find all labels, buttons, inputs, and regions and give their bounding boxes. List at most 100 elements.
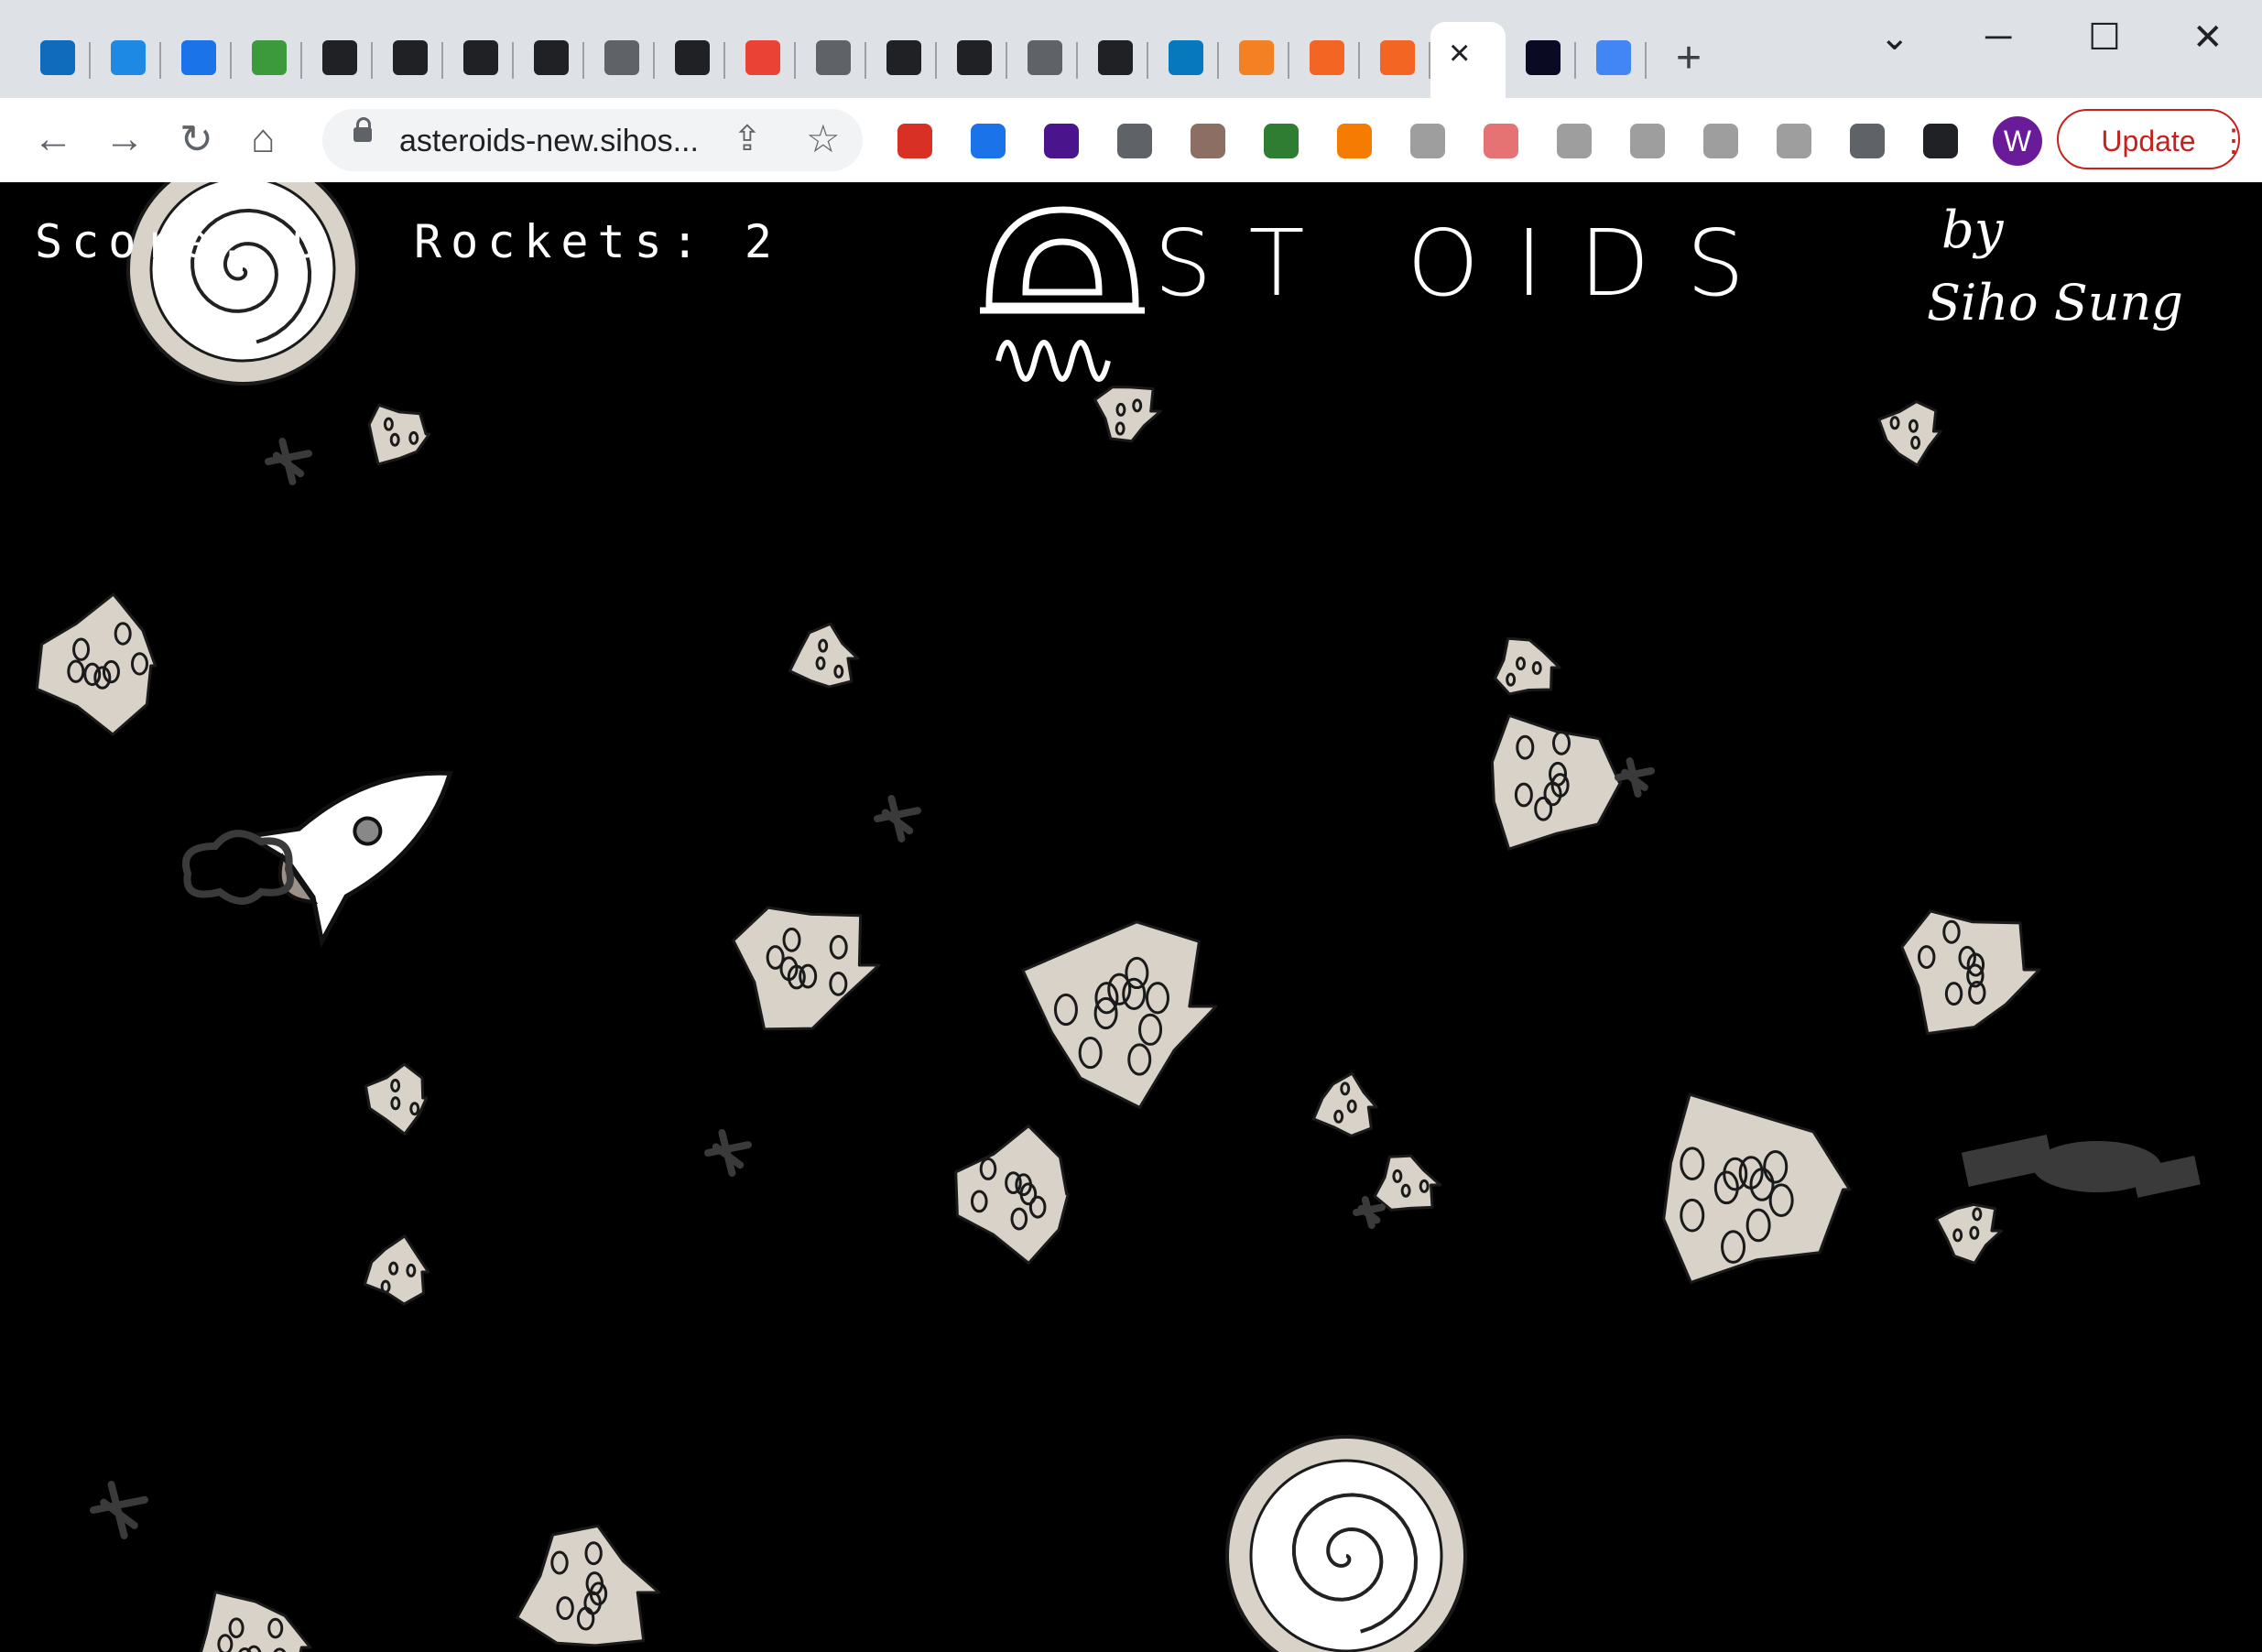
author-label: Siho Sung xyxy=(1927,274,2183,331)
maximize-button[interactable]: ☐ xyxy=(2088,16,2121,59)
lock-icon[interactable] xyxy=(353,117,372,142)
google-icon xyxy=(1596,40,1631,75)
asteroid xyxy=(364,1062,429,1136)
extension-icon[interactable] xyxy=(1264,124,1299,158)
globe-icon xyxy=(816,40,851,75)
asteroid xyxy=(1494,636,1561,696)
url-text[interactable]: asteroids-new.sihos... xyxy=(399,124,699,159)
browser-tab[interactable] xyxy=(655,22,725,98)
update-button[interactable]: Update ⋮ xyxy=(2057,109,2249,171)
browser-tab[interactable] xyxy=(796,22,866,98)
browser-tab[interactable] xyxy=(232,22,302,98)
debris-star xyxy=(1615,757,1655,798)
triangle-icon xyxy=(322,40,357,75)
player-ship xyxy=(241,770,453,949)
close-tab-icon[interactable]: × xyxy=(1449,33,1470,74)
share-icon[interactable]: ⇪ xyxy=(733,118,762,159)
browser-tab[interactable] xyxy=(1289,22,1360,98)
asteroid xyxy=(954,1125,1070,1265)
github-icon xyxy=(886,40,921,75)
title-ship-icon xyxy=(980,206,1145,382)
asteroid xyxy=(367,403,431,466)
office-icon xyxy=(111,40,146,75)
browser-tab[interactable] xyxy=(725,22,796,98)
extension-icon[interactable] xyxy=(1557,124,1592,158)
forward-button[interactable]: → xyxy=(104,116,145,162)
game-canvas[interactable]: Score: 0 Rockets: 2 ST OIDS by Siho Sung xyxy=(0,182,2262,1652)
close-window-button[interactable]: ✕ xyxy=(2192,16,2224,59)
browser-tab[interactable] xyxy=(937,22,1007,98)
orange-blocks-icon xyxy=(1380,40,1415,75)
spiral-planet xyxy=(1225,1435,1467,1652)
asteroid xyxy=(788,622,860,689)
github-icon xyxy=(957,40,992,75)
asteroid xyxy=(1662,1092,1852,1284)
leaf-icon xyxy=(252,40,287,75)
reload-button[interactable]: ↻ xyxy=(179,116,213,163)
active-tab[interactable]: × xyxy=(1430,22,1506,98)
menu-icon[interactable]: ⋮ xyxy=(2218,111,2249,171)
triangle-icon xyxy=(393,40,428,75)
extension-icon[interactable] xyxy=(1484,124,1518,158)
game-title: ST OIDS xyxy=(1154,210,1782,317)
extension-icon[interactable] xyxy=(1703,124,1738,158)
asteroid xyxy=(1311,1071,1378,1137)
extension-icon[interactable] xyxy=(1337,124,1372,158)
stackoverflow-icon xyxy=(1239,40,1274,75)
extension-icon[interactable] xyxy=(1630,124,1665,158)
bookmark-star-icon[interactable]: ☆ xyxy=(806,116,841,161)
update-label: Update xyxy=(2101,125,2196,158)
browser-tab[interactable] xyxy=(161,22,232,98)
browser-tab[interactable] xyxy=(584,22,655,98)
debris-star xyxy=(704,1129,752,1177)
asteroid xyxy=(363,1234,430,1306)
profile-avatar[interactable]: W xyxy=(1993,116,2042,166)
home-button[interactable]: ⌂ xyxy=(251,116,276,162)
browser-tab[interactable] xyxy=(1506,22,1576,98)
score-label: Score: 0 xyxy=(35,215,329,268)
browser-tab[interactable] xyxy=(1078,22,1148,98)
browser-tab[interactable] xyxy=(91,22,161,98)
extension-icon[interactable] xyxy=(1117,124,1152,158)
spiral-planet xyxy=(126,182,359,386)
extension-icon[interactable] xyxy=(897,124,932,158)
github-icon xyxy=(1098,40,1133,75)
browser-tab[interactable] xyxy=(20,22,91,98)
browser-tab[interactable] xyxy=(373,22,443,98)
address-bar[interactable]: asteroids-new.sihos... ⇪ ☆ xyxy=(322,109,863,171)
browser-tab[interactable] xyxy=(514,22,584,98)
satellite-debris xyxy=(1961,1135,2201,1198)
browser-tab[interactable] xyxy=(302,22,373,98)
vimeo-icon xyxy=(181,40,216,75)
back-button[interactable]: ← xyxy=(33,116,73,162)
extension-icon[interactable] xyxy=(1777,124,1811,158)
extension-icon[interactable] xyxy=(1923,124,1958,158)
minimize-button[interactable]: ─ xyxy=(1985,16,2011,58)
browser-tab[interactable] xyxy=(1219,22,1289,98)
extension-icon[interactable] xyxy=(1044,124,1079,158)
asteroid xyxy=(1900,909,2041,1036)
browser-tab[interactable] xyxy=(1007,22,1078,98)
browser-tab[interactable] xyxy=(1148,22,1219,98)
asteroid xyxy=(1093,386,1162,443)
asteroid xyxy=(1021,920,1218,1109)
asteroid xyxy=(1373,1154,1442,1212)
extension-icon[interactable] xyxy=(971,124,1006,158)
debris-star xyxy=(1353,1196,1386,1229)
extension-icon[interactable] xyxy=(1191,124,1225,158)
browser-tab[interactable] xyxy=(443,22,514,98)
asteroid xyxy=(516,1524,661,1647)
globe-icon xyxy=(604,40,639,75)
extension-icon[interactable] xyxy=(1410,124,1445,158)
exhaust-cloud xyxy=(182,830,294,905)
browser-tab[interactable] xyxy=(1360,22,1430,98)
browser-tab[interactable] xyxy=(1576,22,1647,98)
asteroid xyxy=(1490,713,1623,851)
tab-search-icon[interactable]: ⌄ xyxy=(1879,16,1910,59)
asteroid xyxy=(732,906,881,1031)
extension-icon[interactable] xyxy=(1850,124,1885,158)
browser-tab[interactable] xyxy=(866,22,937,98)
browser-chrome: + ⌄ ─ ☐ ✕ × ← → ↻ ⌂ asteroids-new.sihos.… xyxy=(0,0,2262,184)
asteroid xyxy=(1934,1202,2004,1265)
new-tab-button[interactable]: + xyxy=(1676,33,1702,83)
